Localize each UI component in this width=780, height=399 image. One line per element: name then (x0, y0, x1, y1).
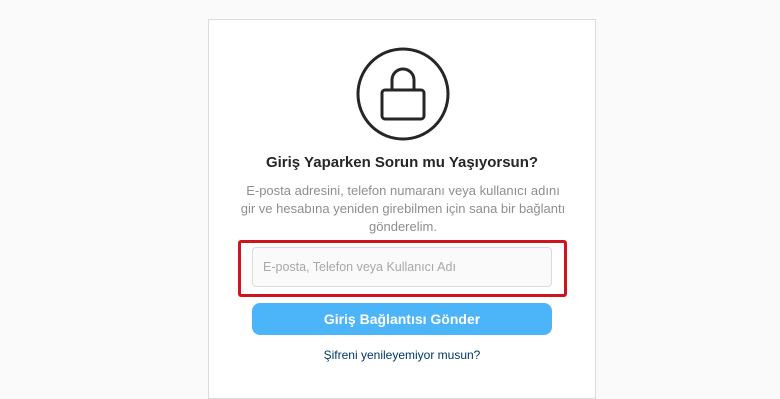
instructions-text: E-posta adresini, telefon numaranı veya … (240, 183, 566, 234)
password-reset-card: Giriş Yaparken Sorun mu Yaşıyorsun? E-po… (208, 19, 596, 399)
lock-icon (355, 46, 451, 142)
cant-reset-password-link[interactable]: Şifreni yenileyemiyor musun? (209, 348, 595, 362)
page-title: Giriş Yaparken Sorun mu Yaşıyorsun? (265, 154, 539, 171)
identifier-input[interactable] (252, 247, 552, 287)
send-login-link-button[interactable]: Giriş Bağlantısı Gönder (252, 303, 552, 335)
